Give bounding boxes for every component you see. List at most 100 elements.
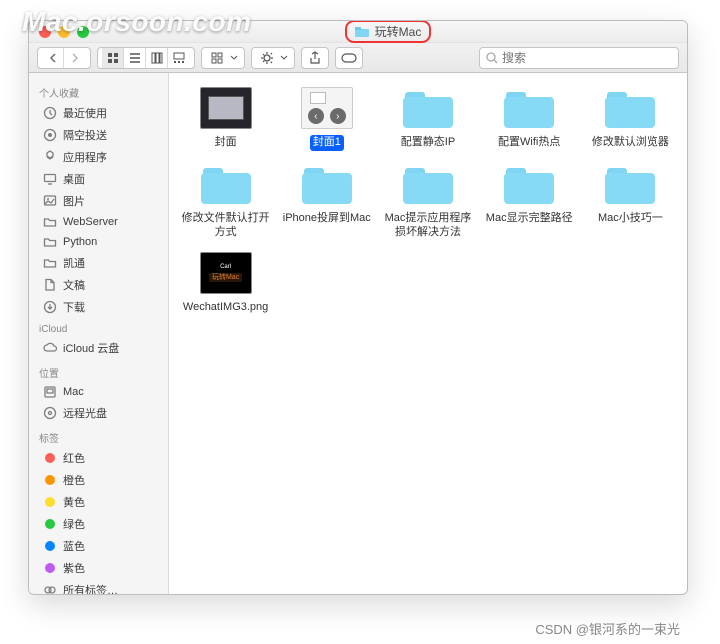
- folder-icon: [43, 235, 57, 249]
- sidebar-item-[interactable]: 蓝色: [29, 535, 168, 557]
- folder-icon: [400, 161, 456, 207]
- tags-button[interactable]: [335, 47, 363, 69]
- file-label: WechatIMG3.png: [180, 300, 271, 316]
- file-item[interactable]: iPhone投屏到Mac: [278, 161, 375, 241]
- list-icon: [129, 52, 141, 64]
- clock-icon: [43, 106, 57, 120]
- sidebar-section-label: 个人收藏: [29, 79, 168, 102]
- minimize-icon[interactable]: [58, 26, 70, 38]
- grid-icon: [107, 52, 119, 64]
- file-item[interactable]: 配置静态IP: [379, 85, 476, 151]
- file-label: 修改文件默认打开方式: [178, 211, 274, 241]
- alltags-icon: [43, 583, 57, 594]
- action-menu[interactable]: [251, 47, 295, 69]
- sidebar-item-[interactable]: 远程光盘: [29, 402, 168, 424]
- sidebar-item-label: 隔空投送: [63, 127, 107, 143]
- sidebar-item-[interactable]: 所有标签…: [29, 579, 168, 594]
- gallery-icon: [173, 52, 185, 64]
- disc-icon: [43, 406, 57, 420]
- disk-icon: [43, 385, 57, 399]
- sidebar-item-[interactable]: 橙色: [29, 469, 168, 491]
- sidebar-item-webserver[interactable]: WebServer: [29, 212, 168, 232]
- file-item[interactable]: 修改文件默认打开方式: [177, 161, 274, 241]
- sidebar-item-[interactable]: 隔空投送: [29, 124, 168, 146]
- sidebar-item-mac[interactable]: Mac: [29, 382, 168, 402]
- folder-icon: [602, 85, 658, 131]
- sidebar-item-[interactable]: 红色: [29, 447, 168, 469]
- toolbar: [29, 43, 687, 73]
- gallery-view-button[interactable]: [168, 48, 190, 68]
- sidebar-item-label: WebServer: [63, 216, 118, 228]
- file-item[interactable]: Mac小技巧一: [582, 161, 679, 241]
- file-label: 修改默认浏览器: [589, 135, 672, 151]
- apps-icon: [43, 150, 57, 164]
- traffic-lights: [29, 26, 89, 38]
- folder-icon: [43, 215, 57, 229]
- sidebar-item-label: 文稿: [63, 277, 85, 293]
- footer-credit: CSDN @银河系的一束光: [535, 619, 680, 638]
- sidebar-item-label: 凯通: [63, 255, 85, 271]
- sidebar-item-label: 应用程序: [63, 149, 107, 165]
- doc-icon: [43, 278, 57, 292]
- sidebar-item-[interactable]: 紫色: [29, 557, 168, 579]
- sidebar-item-label: Python: [63, 236, 97, 248]
- tag-icon: [43, 519, 57, 529]
- sidebar-item-label: 桌面: [63, 171, 85, 187]
- forward-button[interactable]: [64, 48, 86, 68]
- sidebar-item-[interactable]: 绿色: [29, 513, 168, 535]
- sidebar-item-label: 红色: [63, 450, 85, 466]
- sidebar-item-label: Mac: [63, 386, 84, 398]
- window-title: 玩转Mac: [375, 23, 422, 40]
- file-item[interactable]: 修改默认浏览器: [582, 85, 679, 151]
- picture-icon: [43, 194, 57, 208]
- folder-icon: [198, 161, 254, 207]
- file-item[interactable]: Carl玩转MacWechatIMG3.png: [177, 250, 274, 316]
- file-content-area[interactable]: 封面‹›封面1配置静态IP配置Wifi热点修改默认浏览器修改文件默认打开方式iP…: [169, 73, 687, 594]
- sidebar: 个人收藏最近使用隔空投送应用程序桌面图片 WebServer Python 凯通文稿下…: [29, 73, 169, 594]
- share-button[interactable]: [301, 47, 329, 69]
- sidebar-item-[interactable]: 图片: [29, 190, 168, 212]
- file-thumbnail: ‹›: [299, 85, 355, 131]
- file-item[interactable]: ‹›封面1: [278, 85, 375, 151]
- file-item[interactable]: 配置Wifi热点: [481, 85, 578, 151]
- airdrop-icon: [43, 128, 57, 142]
- desktop-icon: [43, 172, 57, 186]
- sidebar-item-[interactable]: 凯通: [29, 252, 168, 274]
- sidebar-item-python[interactable]: Python: [29, 232, 168, 252]
- file-item[interactable]: Mac提示应用程序损坏解决方法: [379, 161, 476, 241]
- sidebar-item-label: 绿色: [63, 516, 85, 532]
- gear-icon: [260, 51, 274, 65]
- group-menu[interactable]: [201, 47, 245, 69]
- list-view-button[interactable]: [124, 48, 146, 68]
- fullscreen-icon[interactable]: [77, 26, 89, 38]
- chevron-right-icon: [71, 53, 79, 63]
- sidebar-item-icloud[interactable]: iCloud 云盘: [29, 337, 168, 359]
- group-icon: [211, 52, 223, 64]
- back-button[interactable]: [42, 48, 64, 68]
- share-icon: [309, 51, 321, 65]
- sidebar-item-[interactable]: 文稿: [29, 274, 168, 296]
- tag-icon: [43, 563, 57, 573]
- sidebar-item-[interactable]: 桌面: [29, 168, 168, 190]
- search-field[interactable]: [479, 47, 679, 69]
- file-thumbnail: [198, 85, 254, 131]
- file-item[interactable]: Mac显示完整路径: [481, 161, 578, 241]
- column-view-button[interactable]: [146, 48, 168, 68]
- close-icon[interactable]: [39, 26, 51, 38]
- sidebar-item-label: 最近使用: [63, 105, 107, 121]
- icon-view-button[interactable]: [102, 48, 124, 68]
- sidebar-item-label: 远程光盘: [63, 405, 107, 421]
- titlebar: 玩转Mac: [29, 21, 687, 43]
- sidebar-item-[interactable]: 应用程序: [29, 146, 168, 168]
- tag-icon: [43, 541, 57, 551]
- sidebar-item-[interactable]: 最近使用: [29, 102, 168, 124]
- sidebar-item-[interactable]: 下载: [29, 296, 168, 318]
- search-input[interactable]: [502, 51, 672, 65]
- chevron-down-icon: [230, 55, 238, 61]
- sidebar-item-[interactable]: 黄色: [29, 491, 168, 513]
- sidebar-item-label: 黄色: [63, 494, 85, 510]
- sidebar-item-label: 所有标签…: [63, 582, 118, 594]
- title-annotation-ring: 玩转Mac: [345, 20, 432, 43]
- folder-icon: [299, 161, 355, 207]
- file-item[interactable]: 封面: [177, 85, 274, 151]
